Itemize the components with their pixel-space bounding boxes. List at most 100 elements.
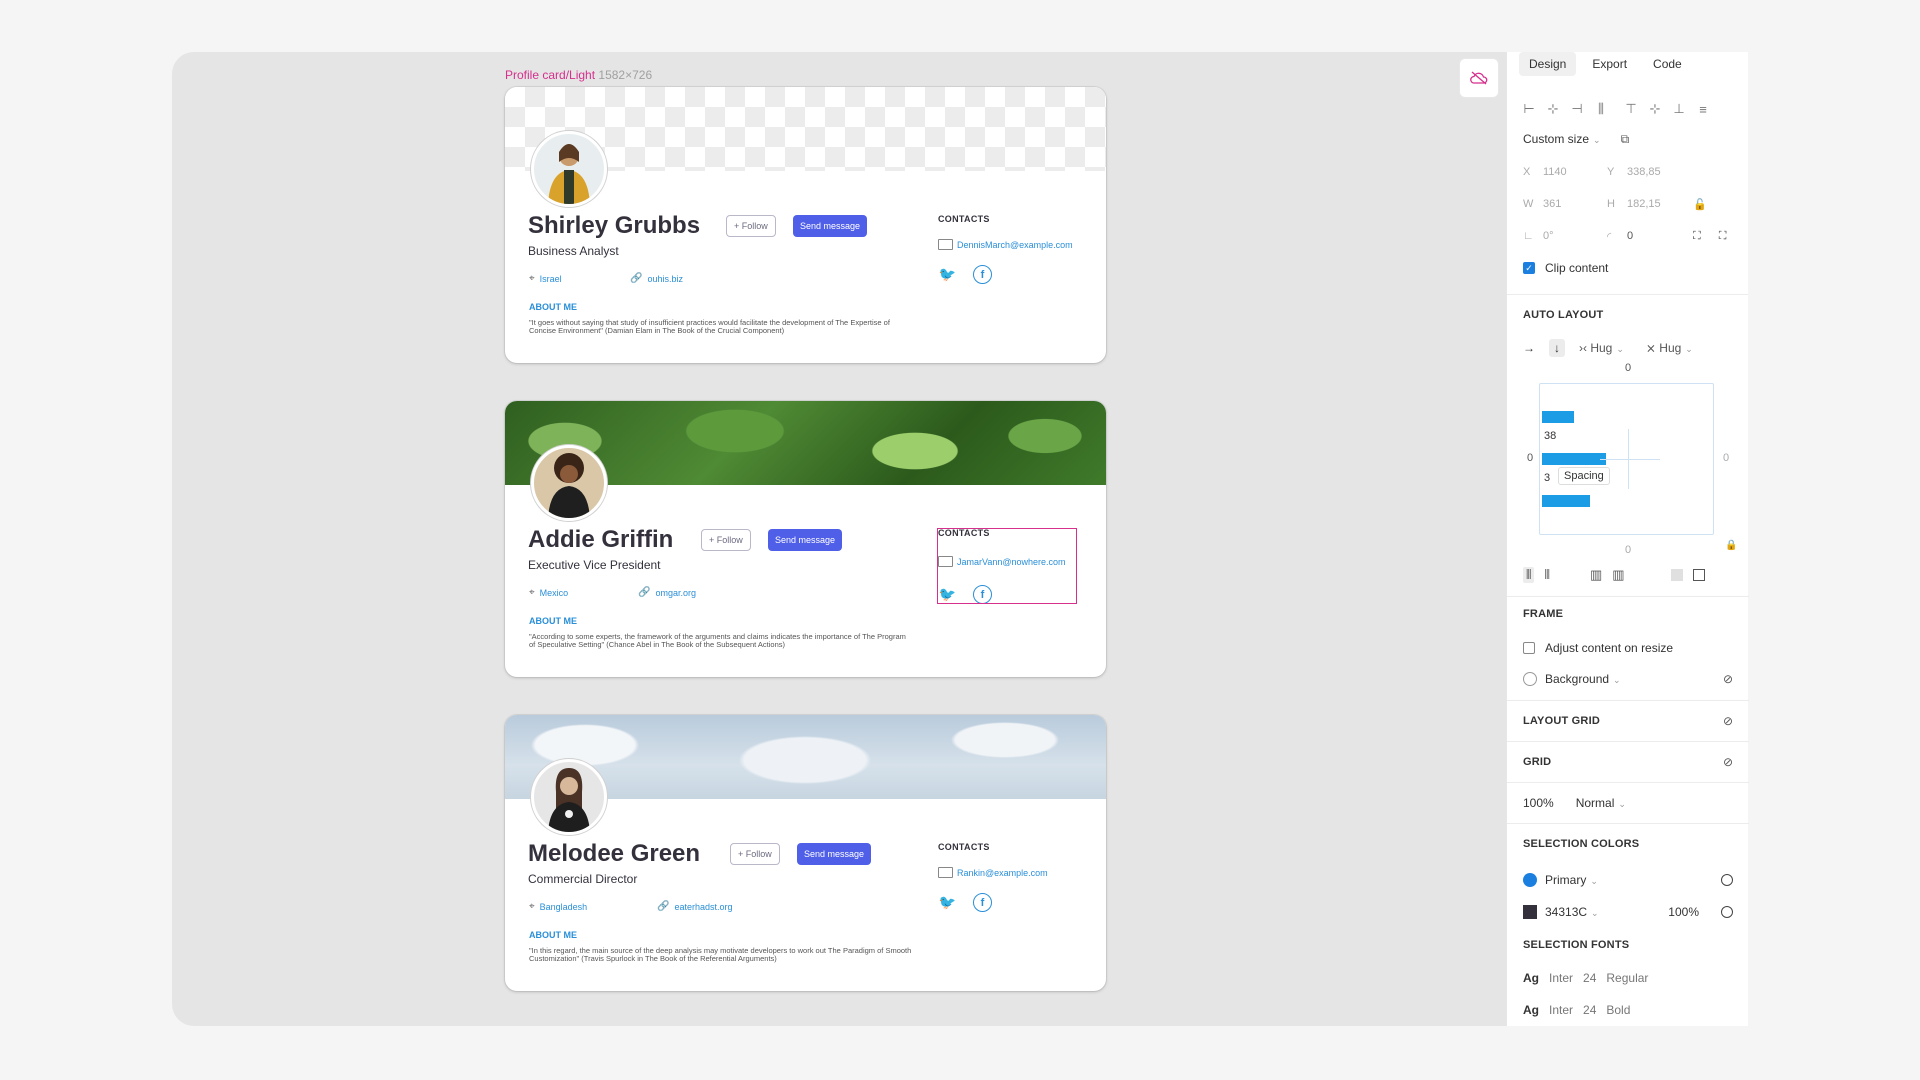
color-style-dropdown[interactable]: Primary ⌄ bbox=[1545, 873, 1598, 887]
y-input[interactable]: 338,85 bbox=[1627, 166, 1661, 178]
tab-code[interactable]: Code bbox=[1643, 52, 1692, 76]
eye-off-icon[interactable]: ⊘ bbox=[1723, 714, 1733, 728]
eye-off-icon[interactable]: ⊘ bbox=[1723, 755, 1733, 769]
auto-layout-preview[interactable]: 38 3 Spacing bbox=[1539, 383, 1714, 535]
eye-off-icon[interactable]: ⊘ bbox=[1723, 672, 1733, 686]
color-hex: 34313C bbox=[1545, 905, 1588, 919]
location[interactable]: ⌖ Israel bbox=[529, 273, 562, 284]
checkbox-checked-icon[interactable]: ✓ bbox=[1523, 262, 1535, 274]
frame-title: FRAME bbox=[1523, 608, 1564, 620]
rotation-input[interactable]: 0° bbox=[1543, 230, 1607, 242]
align-top-icon[interactable]: ⊤ bbox=[1625, 101, 1637, 117]
font-row[interactable]: Ag Inter 24 Bold bbox=[1507, 994, 1749, 1026]
fullscreen-icon[interactable]: ⛶ bbox=[1693, 230, 1701, 243]
email-link[interactable]: Rankin@example.com bbox=[938, 867, 1048, 878]
select-color-icon[interactable] bbox=[1721, 906, 1733, 918]
lock-ratio-icon[interactable]: 🔓 bbox=[1693, 198, 1707, 211]
align-right-icon[interactable]: ⊣ bbox=[1571, 101, 1583, 117]
adjust-content-row[interactable]: Adjust content on resize bbox=[1507, 632, 1749, 664]
align-center-h-icon[interactable]: ⊹ bbox=[1547, 101, 1559, 117]
location[interactable]: ⌖ Mexico bbox=[529, 587, 568, 598]
baseline-icon[interactable]: ▥ bbox=[1590, 567, 1602, 583]
send-message-button[interactable]: Send message bbox=[793, 215, 868, 237]
align-center-v-icon[interactable]: ⊹ bbox=[1649, 101, 1661, 117]
location-icon: ⌖ bbox=[529, 587, 535, 598]
grid-mode-dropdown[interactable]: Normal ⌄ bbox=[1576, 796, 1626, 810]
color-swatch[interactable] bbox=[1523, 873, 1537, 887]
distribute-v-icon[interactable]: ≡ bbox=[1697, 102, 1709, 117]
background-dropdown[interactable]: Background ⌄ bbox=[1545, 672, 1621, 686]
clip-content-row[interactable]: ✓ Clip content bbox=[1507, 252, 1748, 284]
font-row[interactable]: Ag Inter 24 Regular bbox=[1507, 962, 1749, 994]
location[interactable]: ⌖ Bangladesh bbox=[529, 901, 587, 912]
cloud-off-button[interactable] bbox=[1459, 58, 1499, 98]
color-hex-dropdown[interactable]: 34313C ⌄ bbox=[1545, 905, 1599, 919]
email-text: Rankin@example.com bbox=[957, 867, 1048, 878]
facebook-icon[interactable]: f bbox=[973, 893, 992, 912]
panel-tabs: Design Export Code bbox=[1507, 52, 1748, 94]
send-message-button[interactable]: Send message bbox=[768, 529, 843, 551]
padding-bottom-value[interactable]: 0 bbox=[1507, 544, 1749, 556]
x-input[interactable]: 1140 bbox=[1543, 166, 1607, 178]
profile-card[interactable]: Melodee Green + Follow Send message Comm… bbox=[505, 715, 1106, 991]
website-link[interactable]: 🔗 omgar.org bbox=[638, 587, 696, 598]
lock-icon[interactable]: 🔒 bbox=[1725, 540, 1737, 551]
tab-design[interactable]: Design bbox=[1519, 52, 1577, 76]
space-between-icon[interactable]: ⫴ bbox=[1544, 567, 1549, 583]
padding-right-value[interactable]: 0 bbox=[1723, 452, 1729, 464]
position-row: X 1140 Y 338,85 bbox=[1507, 156, 1748, 188]
layout-item[interactable] bbox=[1542, 411, 1574, 423]
grid-opacity-input[interactable]: 100% bbox=[1523, 796, 1554, 810]
w-input[interactable]: 361 bbox=[1543, 198, 1607, 210]
stroke-excluded-icon[interactable] bbox=[1692, 569, 1705, 581]
layout-item[interactable] bbox=[1542, 495, 1590, 507]
profile-name: Addie Griffin bbox=[528, 526, 674, 553]
packed-icon[interactable]: ⫴ bbox=[1523, 567, 1535, 583]
auto-layout-title: AUTO LAYOUT bbox=[1523, 309, 1604, 321]
distribute-h-icon[interactable]: ⫼ bbox=[1595, 101, 1607, 117]
send-message-button[interactable]: Send message bbox=[797, 843, 872, 865]
follow-button[interactable]: + Follow bbox=[726, 215, 776, 237]
direction-horizontal-icon[interactable]: → bbox=[1523, 341, 1535, 355]
twitter-icon[interactable]: 🐦 bbox=[938, 893, 957, 912]
selection-outline[interactable] bbox=[937, 528, 1077, 604]
follow-button[interactable]: + Follow bbox=[701, 529, 751, 551]
color-opacity[interactable]: 100% bbox=[1668, 905, 1699, 919]
location-icon: ⌖ bbox=[529, 901, 535, 912]
padding-left-value[interactable]: 0 bbox=[1527, 452, 1533, 464]
website-link[interactable]: 🔗 ouhis.biz bbox=[630, 273, 683, 284]
profile-card[interactable]: Addie Griffin + Follow Send message Exec… bbox=[505, 401, 1106, 677]
frame-label[interactable]: Profile card/Light 1582×726 bbox=[505, 68, 652, 82]
text-baseline-icon[interactable]: ▥ bbox=[1612, 567, 1624, 583]
radius-input[interactable]: 0 bbox=[1627, 230, 1693, 242]
twitter-icon[interactable]: 🐦 bbox=[938, 265, 957, 284]
independent-corners-icon[interactable]: ⛶ bbox=[1719, 230, 1727, 243]
email-link[interactable]: DennisMarch@example.com bbox=[938, 239, 1073, 250]
profile-card[interactable]: Shirley Grubbs + Follow Send message Bus… bbox=[505, 87, 1106, 363]
size-preset-dropdown[interactable]: Custom size ⌄ bbox=[1523, 132, 1601, 146]
website-text: ouhis.biz bbox=[647, 273, 683, 284]
location-text: Mexico bbox=[539, 587, 569, 598]
background-swatch-icon[interactable] bbox=[1523, 672, 1537, 686]
profile-role: Business Analyst bbox=[528, 244, 619, 258]
follow-button[interactable]: + Follow bbox=[730, 843, 780, 865]
website-text: eaterhadst.org bbox=[674, 901, 733, 912]
stroke-included-icon[interactable] bbox=[1670, 569, 1683, 581]
h-input[interactable]: 182,15 bbox=[1627, 198, 1693, 210]
hug-width-dropdown[interactable]: ›‹ Hug ⌄ bbox=[1579, 341, 1624, 355]
checkbox-icon[interactable] bbox=[1523, 642, 1535, 654]
w-label: W bbox=[1523, 198, 1534, 210]
direction-vertical-icon[interactable]: ↓ bbox=[1549, 339, 1565, 357]
tab-export[interactable]: Export bbox=[1582, 52, 1637, 76]
layout-item[interactable] bbox=[1542, 453, 1606, 465]
align-left-icon[interactable]: ⊢ bbox=[1523, 101, 1535, 117]
hug-height-dropdown[interactable]: ⨯ Hug ⌄ bbox=[1646, 341, 1693, 355]
facebook-icon[interactable]: f bbox=[973, 265, 992, 284]
resize-icon[interactable]: ⧉ bbox=[1621, 132, 1630, 147]
color-swatch[interactable] bbox=[1523, 905, 1537, 919]
email-text: DennisMarch@example.com bbox=[957, 239, 1073, 250]
padding-top-value[interactable]: 0 bbox=[1507, 362, 1749, 382]
align-bottom-icon[interactable]: ⊥ bbox=[1673, 101, 1685, 117]
website-link[interactable]: 🔗 eaterhadst.org bbox=[657, 901, 733, 912]
select-color-icon[interactable] bbox=[1721, 874, 1733, 886]
